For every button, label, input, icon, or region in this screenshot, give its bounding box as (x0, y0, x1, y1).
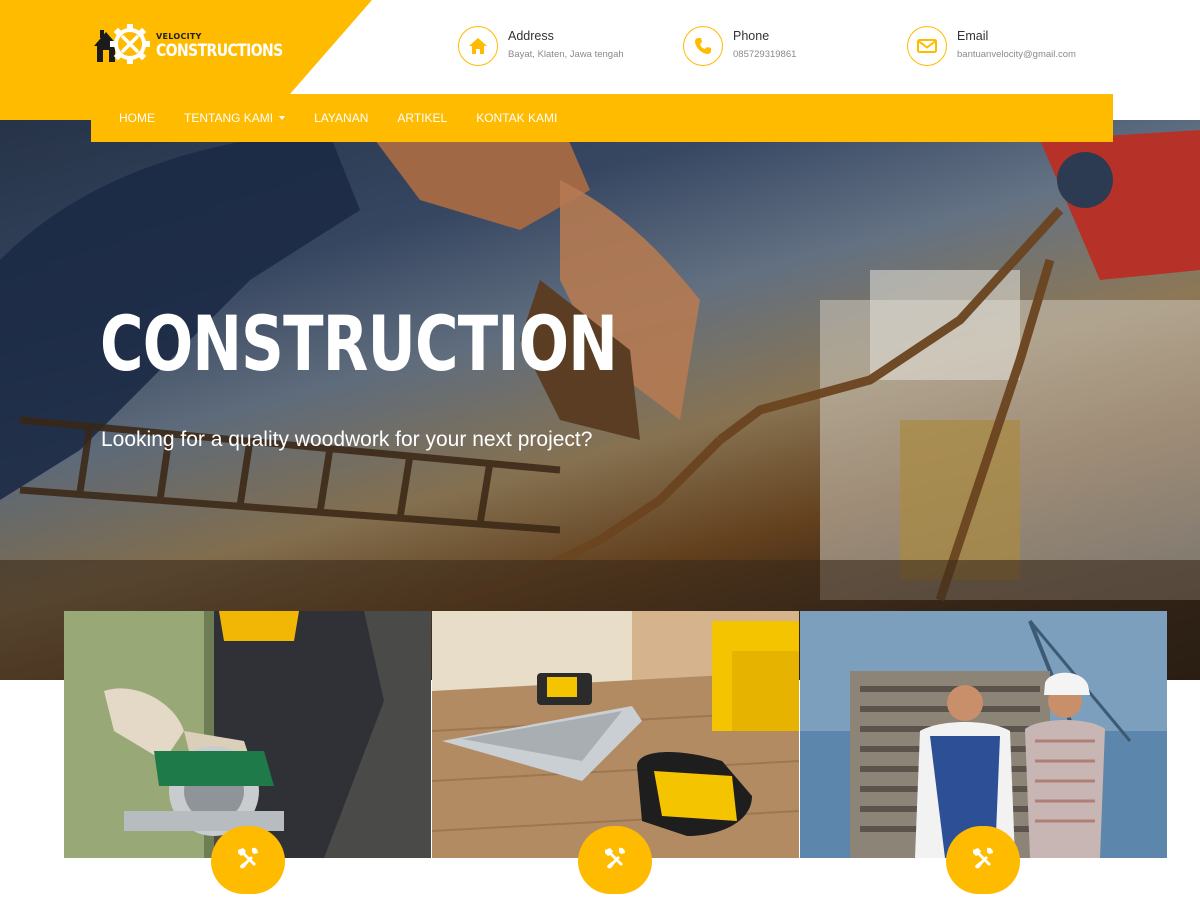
service-badge-2[interactable] (578, 826, 652, 894)
service-cards (64, 611, 1167, 858)
site-logo[interactable]: VELOCITY CONSTRUCTIONS (92, 24, 283, 66)
contact-phone: Phone 085729319861 (683, 26, 796, 66)
contact-email-value[interactable]: bantuanvelocity@gmail.com (957, 49, 1076, 60)
logo-big-text: CONSTRUCTIONS (156, 41, 283, 61)
nav-item-tentang-kami[interactable]: TENTANG KAMI (184, 111, 286, 125)
service-card-building[interactable] (800, 611, 1167, 858)
card-image (800, 611, 1167, 858)
card-image (64, 611, 431, 858)
nav-item-label: TENTANG KAMI (184, 111, 274, 125)
contact-phone-label: Phone (733, 29, 770, 43)
contact-phone-value[interactable]: 085729319861 (733, 49, 796, 60)
logo-small-text: VELOCITY (156, 32, 202, 41)
nav-item-label: HOME (119, 111, 155, 125)
service-badge-3[interactable] (946, 826, 1020, 894)
contact-address-label: Address (508, 29, 554, 43)
service-card-measure[interactable] (432, 611, 799, 858)
contact-email: Email bantuanvelocity@gmail.com (907, 26, 1076, 66)
nav-item-label: LAYANAN (314, 111, 369, 125)
nav-item-layanan[interactable]: LAYANAN (314, 111, 368, 125)
nav-item-artikel[interactable]: ARTIKEL (397, 111, 447, 125)
card-image (432, 611, 799, 858)
nav-item-kontak-kami[interactable]: KONTAK KAMI (476, 111, 557, 125)
service-badge-1[interactable] (211, 826, 285, 894)
chevron-down-icon (279, 116, 286, 120)
tools-icon (234, 844, 262, 877)
hero-subtitle: Looking for a quality woodwork for your … (101, 428, 593, 451)
phone-icon (683, 26, 723, 66)
home-icon (458, 26, 498, 66)
logo-gear-wrench-icon (92, 24, 154, 66)
contact-email-label: Email (957, 29, 989, 43)
hero-banner: CONSTRUCTION Looking for a quality woodw… (0, 120, 1200, 680)
nav-item-home[interactable]: HOME (119, 111, 155, 125)
nav-item-label: KONTAK KAMI (476, 111, 558, 125)
envelope-icon (907, 26, 947, 66)
tools-icon (601, 844, 629, 877)
hero-background-image (0, 120, 1200, 680)
nav-item-label: ARTIKEL (397, 111, 448, 125)
tools-icon (969, 844, 997, 877)
main-nav: HOME TENTANG KAMI LAYANAN ARTIKEL KONTAK… (91, 94, 1113, 142)
contact-address: Address Bayat, Klaten, Jawa tengah (458, 26, 624, 66)
hero-title: CONSTRUCTION (100, 299, 618, 388)
contact-address-value: Bayat, Klaten, Jawa tengah (508, 49, 624, 60)
service-card-saw[interactable] (64, 611, 431, 858)
logo-text: VELOCITY CONSTRUCTIONS (156, 32, 283, 61)
